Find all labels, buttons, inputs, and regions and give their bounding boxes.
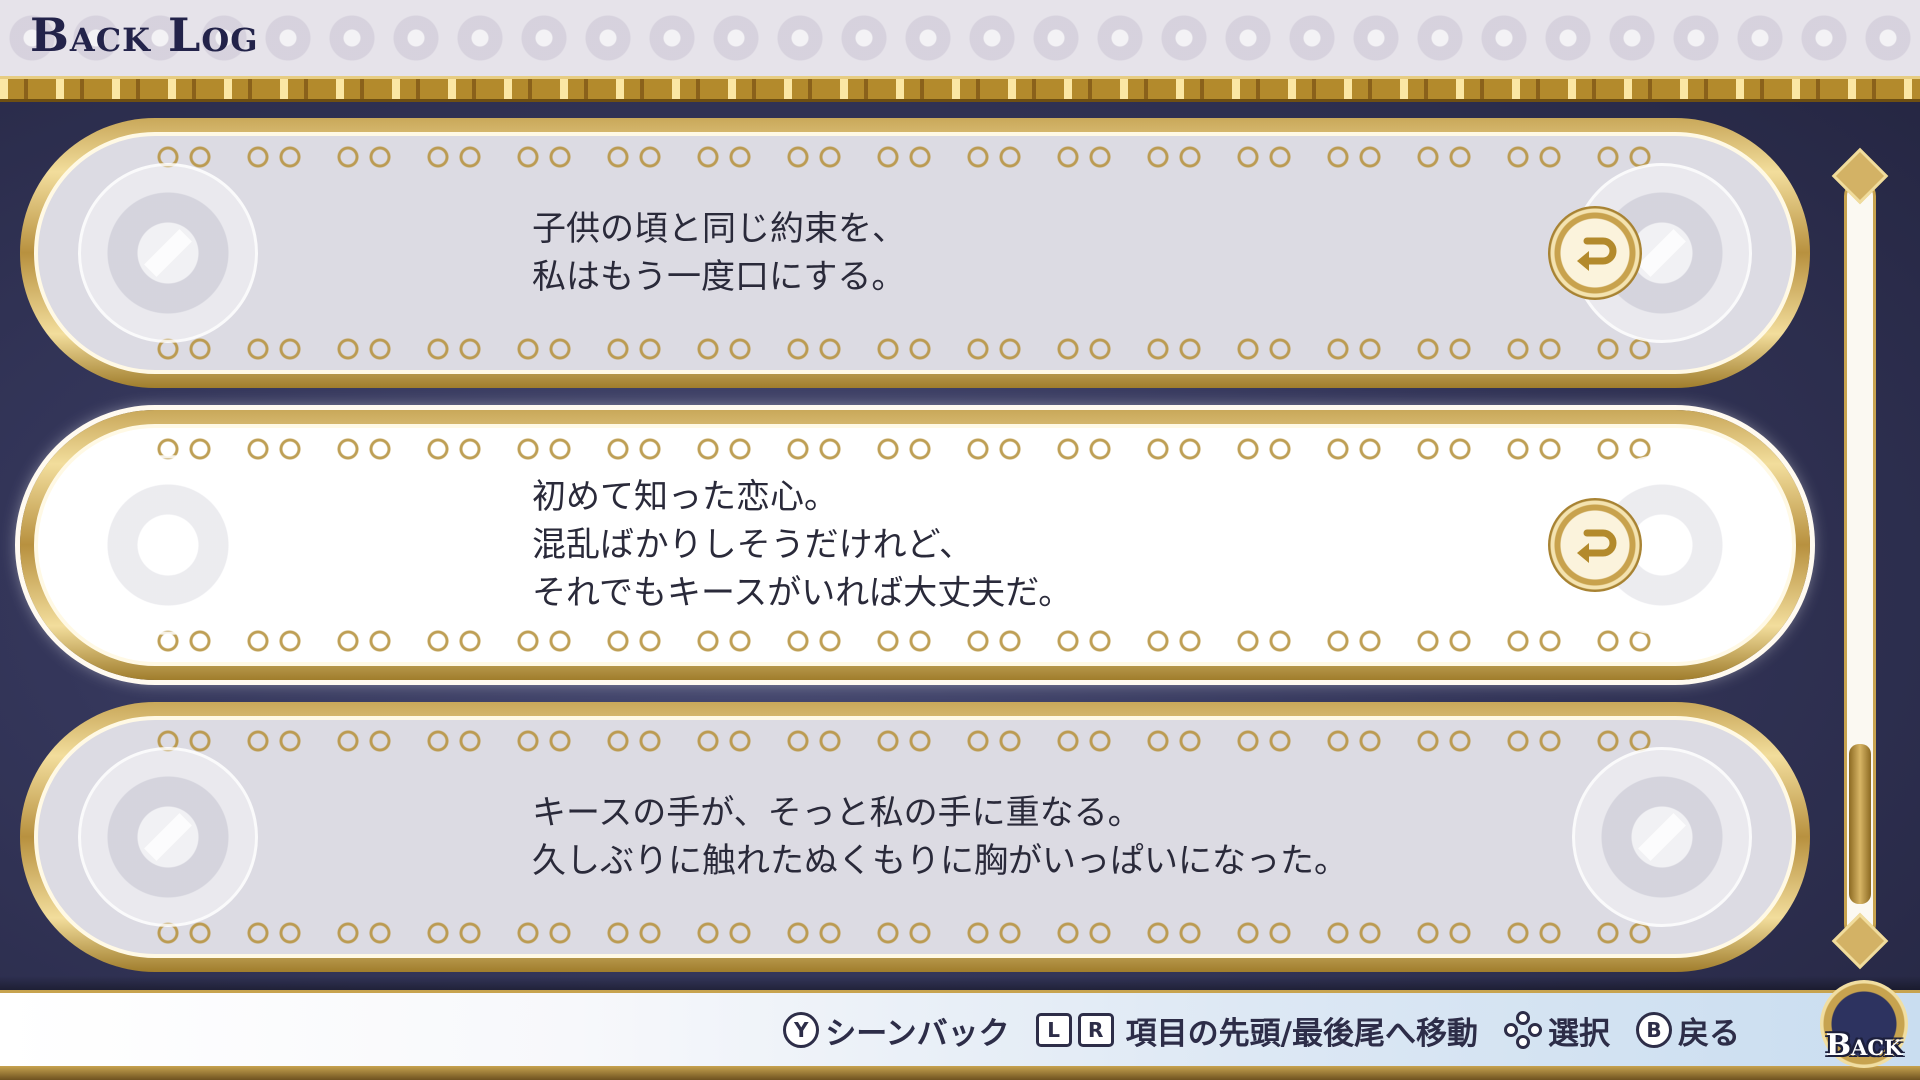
ornament-border-top (148, 436, 1682, 462)
header-ornament-border (0, 76, 1920, 102)
log-entry-text: 子供の頃と同じ約束を、 私はもう一度口にする。 (532, 205, 906, 301)
back-button[interactable]: Back (1810, 980, 1918, 1076)
r-button-icon: R (1077, 1013, 1114, 1047)
log-entry-panel: 子供の頃と同じ約束を、 私はもう一度口にする。 (34, 132, 1796, 374)
header-bar: Back Log (0, 0, 1920, 76)
log-entry-1[interactable]: 子供の頃と同じ約束を、 私はもう一度口にする。 (20, 118, 1810, 388)
l-button-icon: L (1035, 1013, 1072, 1047)
button-hints: Y シーンバック L R 項目の先頭/最後尾へ移動 選択 B 戻る (757, 1008, 1740, 1052)
dpad-icon (1504, 1011, 1542, 1049)
ornament-border-bottom (148, 336, 1682, 362)
hint-label: 戻る (1678, 1015, 1740, 1052)
b-button-icon: B (1636, 1012, 1672, 1048)
footer-gold-strip (0, 1066, 1920, 1080)
log-line: 子供の頃と同じ約束を、 (532, 209, 906, 249)
footer-shadow (0, 976, 1920, 990)
hint-label: 選択 (1548, 1015, 1610, 1052)
log-entry-text: キースの手が、そっと私の手に重なる。 久しぶりに触れたぬくもりに胸がいっぱいにな… (532, 789, 1348, 885)
log-line: 混乱ばかりしそうだけれど、 (532, 525, 973, 565)
compass-ornament-icon (1572, 747, 1752, 927)
log-entry-panel: 初めて知った恋心。 混乱ばかりしそうだけれど、 それでもキースがいれば大丈夫だ。 (34, 424, 1796, 666)
hint-scene-back[interactable]: Y シーンバック (783, 1008, 1010, 1053)
log-line: 久しぶりに触れたぬくもりに胸がいっぱいになった。 (532, 841, 1348, 881)
log-line: 私はもう一度口にする。 (532, 257, 906, 297)
scrollbar[interactable] (1831, 147, 1889, 970)
ornament-border-top (148, 728, 1682, 754)
ornament-border-bottom (148, 628, 1682, 654)
ornament-border-top (148, 144, 1682, 170)
hint-back[interactable]: B 戻る (1636, 1008, 1740, 1053)
scrollbar-bottom-cap (1831, 912, 1889, 970)
log-line: キースの手が、そっと私の手に重なる。 (532, 793, 1142, 833)
hint-select[interactable]: 選択 (1504, 1008, 1610, 1053)
log-entry-text: 初めて知った恋心。 混乱ばかりしそうだけれど、 それでもキースがいれば大丈夫だ。 (532, 473, 1072, 617)
log-entry-2[interactable]: 初めて知った恋心。 混乱ばかりしそうだけれど、 それでもキースがいれば大丈夫だ。 (20, 410, 1810, 680)
replay-arrow-icon (1577, 237, 1617, 271)
log-entry-panel: キースの手が、そっと私の手に重なる。 久しぶりに触れたぬくもりに胸がいっぱいにな… (34, 716, 1796, 958)
log-line: 初めて知った恋心。 (532, 477, 838, 517)
replay-voice-button[interactable] (1548, 498, 1642, 592)
compass-ornament-icon (78, 163, 258, 343)
scrollbar-top-cap (1831, 147, 1889, 205)
replay-arrow-icon (1577, 529, 1617, 563)
log-entry-3[interactable]: キースの手が、そっと私の手に重なる。 久しぶりに触れたぬくもりに胸がいっぱいにな… (20, 702, 1810, 972)
scrollbar-thumb[interactable] (1849, 744, 1871, 904)
back-button-label: Back (1825, 1028, 1903, 1063)
hint-jump[interactable]: L R 項目の先頭/最後尾へ移動 (1035, 1008, 1478, 1053)
y-button-icon: Y (783, 1012, 820, 1048)
log-line: それでもキースがいれば大丈夫だ。 (532, 573, 1073, 613)
page-title: Back Log (30, 8, 259, 62)
ornament-border-bottom (148, 920, 1682, 946)
compass-ornament-icon (78, 455, 258, 635)
hint-label: シーンバック (825, 1015, 1010, 1052)
compass-ornament-icon (78, 747, 258, 927)
hint-label: 項目の先頭/最後尾へ移動 (1125, 1015, 1478, 1052)
replay-voice-button[interactable] (1548, 206, 1642, 300)
